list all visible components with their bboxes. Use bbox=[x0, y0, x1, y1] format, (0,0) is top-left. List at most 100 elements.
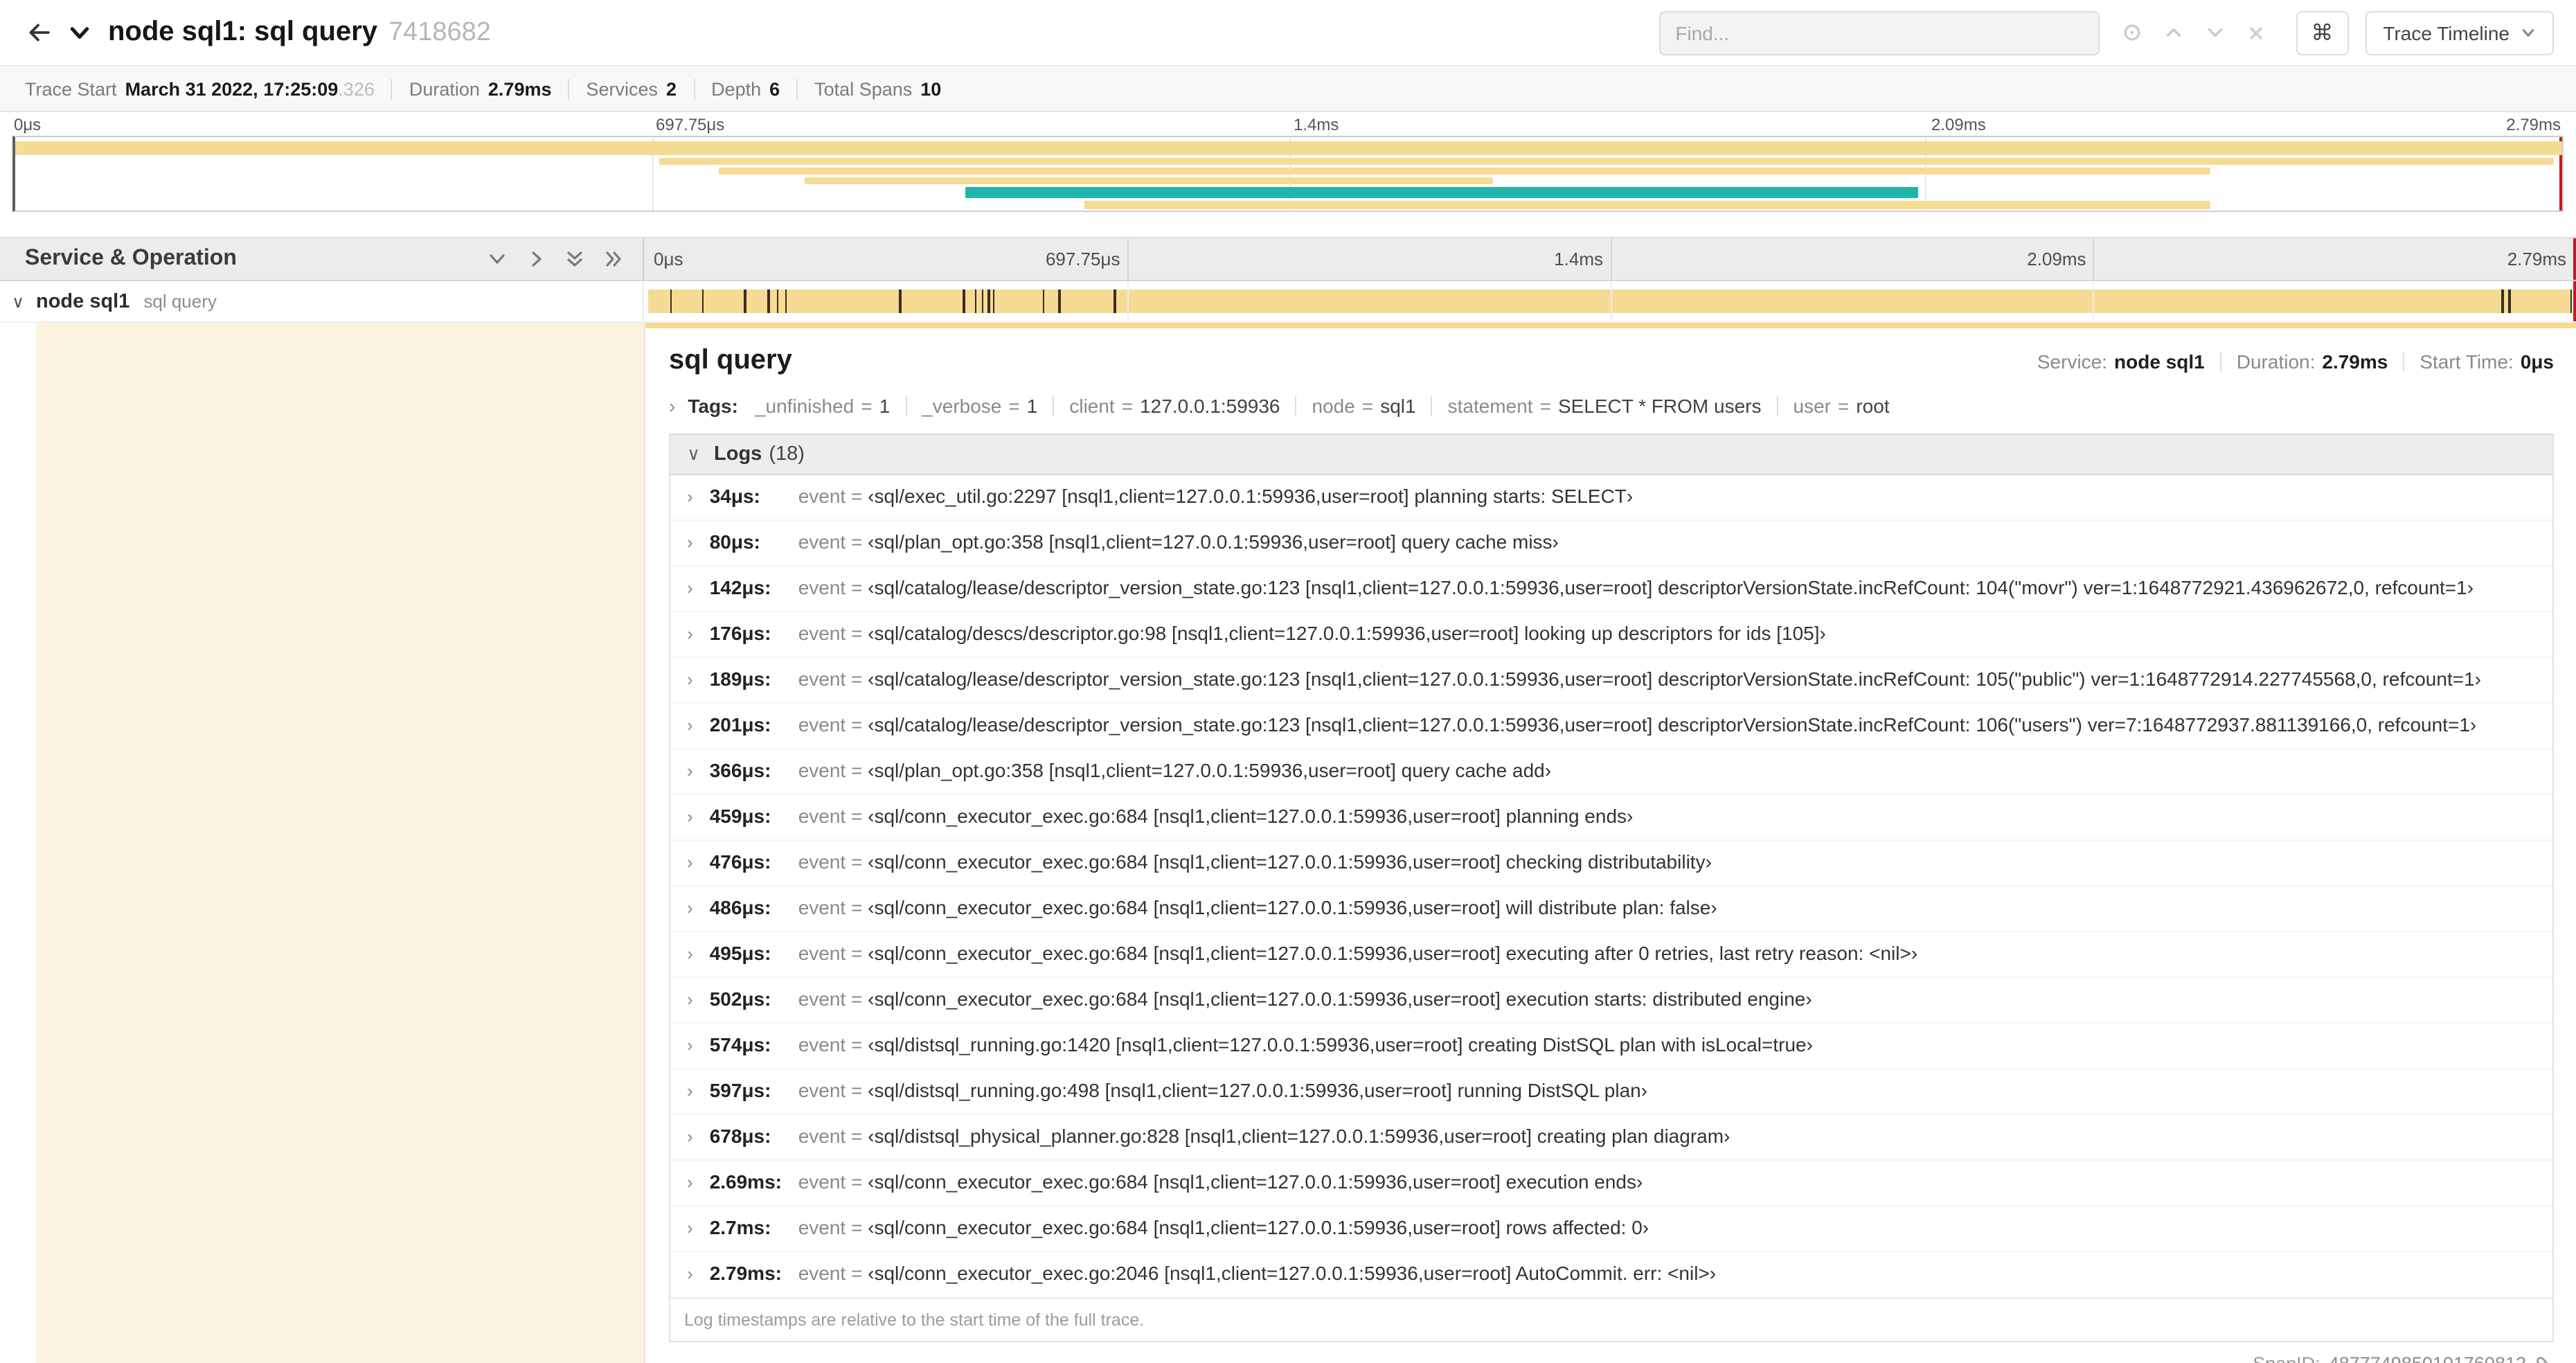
log-event-tick bbox=[992, 289, 995, 313]
log-row[interactable]: › 80μs: event = ‹sql/plan_opt.go:358 [nsql… bbox=[670, 521, 2552, 567]
keyboard-shortcuts-button[interactable]: ⌘ bbox=[2296, 10, 2349, 55]
summary-label: Services bbox=[586, 78, 659, 99]
expand-all-icon[interactable] bbox=[604, 249, 623, 269]
log-field-key: event bbox=[798, 531, 846, 553]
log-field-value: ‹sql/conn_executor_exec.go:684 [nsql1,cl… bbox=[868, 850, 1712, 873]
log-equals: = bbox=[846, 759, 868, 781]
chevron-right-icon: › bbox=[687, 1218, 693, 1238]
log-event-tick bbox=[2508, 289, 2511, 313]
log-equals: = bbox=[846, 896, 868, 918]
chevron-right-icon: › bbox=[687, 760, 693, 781]
tag-item: node = sql1 bbox=[1312, 395, 1416, 417]
log-row[interactable]: › 366μs: event = ‹sql/plan_opt.go:358 [nsq… bbox=[670, 749, 2552, 795]
tag-equals: = bbox=[1121, 395, 1134, 417]
log-row[interactable]: › 502μs: event = ‹sql/conn_executor_exec.g… bbox=[670, 978, 2552, 1024]
log-event: event = ‹sql/plan_opt.go:358 [nsql1,clie… bbox=[798, 531, 1559, 554]
log-equals: = bbox=[846, 1125, 868, 1147]
log-row[interactable]: › 189μs: event = ‹sql/catalog/lease/descri… bbox=[670, 658, 2552, 704]
chevron-down-icon: ∨ bbox=[687, 443, 701, 464]
log-timestamp: 201μs: bbox=[709, 713, 771, 736]
log-field-value: ‹sql/catalog/lease/descriptor_version_st… bbox=[868, 668, 2481, 690]
log-event: event = ‹sql/catalog/lease/descriptor_ve… bbox=[798, 576, 2474, 600]
find-input[interactable] bbox=[1658, 10, 2100, 55]
chevron-up-icon[interactable] bbox=[2163, 22, 2183, 43]
summary-divider bbox=[391, 78, 393, 99]
log-timestamp: 486μs: bbox=[709, 896, 771, 918]
log-timestamp: 678μs: bbox=[709, 1125, 771, 1147]
log-timestamp: 495μs: bbox=[709, 942, 771, 964]
span-id-row: SpanID: 4877749850101760812 bbox=[669, 1342, 2554, 1363]
collapse-one-icon[interactable] bbox=[488, 249, 507, 269]
log-row[interactable]: › 2.79ms: event = ‹sql/conn_executor_exec.… bbox=[670, 1252, 2552, 1298]
log-field-key: event bbox=[798, 1125, 846, 1147]
log-row[interactable]: › 678μs: event = ‹sql/distsql_physical_pla… bbox=[670, 1115, 2552, 1161]
log-row[interactable]: › 34μs: event = ‹sql/exec_util.go:2297 [ns… bbox=[670, 475, 2552, 521]
chevron-down-icon[interactable] bbox=[2204, 22, 2225, 43]
log-row[interactable]: › 476μs: event = ‹sql/conn_executor_exec.g… bbox=[670, 841, 2552, 887]
link-icon[interactable] bbox=[2534, 1354, 2554, 1363]
span-collapse-caret[interactable]: ∨ bbox=[0, 292, 36, 311]
arrow-left-icon bbox=[29, 24, 50, 42]
minimap-span-bar bbox=[1084, 201, 2211, 209]
timeline-right-scrubber[interactable] bbox=[2573, 238, 2576, 280]
logs-header[interactable]: ∨ Logs (18) bbox=[670, 434, 2552, 475]
log-field-key: event bbox=[798, 988, 846, 1010]
span-operation-name: sql query bbox=[143, 291, 217, 312]
log-field-key: event bbox=[798, 896, 846, 918]
span-id-label: SpanID: bbox=[2253, 1353, 2320, 1363]
span-track-right-scrubber[interactable] bbox=[2573, 281, 2576, 321]
log-field-value: ‹sql/catalog/descs/descriptor.go:98 [nsq… bbox=[868, 622, 1826, 644]
summary-label: Depth bbox=[711, 78, 762, 99]
span-row[interactable]: ∨ node sql1 sql query bbox=[0, 281, 2576, 323]
log-field-value: ‹sql/conn_executor_exec.go:684 [nsql1,cl… bbox=[868, 1170, 1643, 1193]
span-name-column[interactable]: ∨ node sql1 sql query bbox=[0, 281, 644, 323]
tag-value: sql1 bbox=[1380, 395, 1416, 417]
log-row[interactable]: › 2.7ms: event = ‹sql/conn_executor_exec.g… bbox=[670, 1206, 2552, 1252]
trace-timeline-dropdown[interactable]: Trace Timeline bbox=[2365, 10, 2554, 55]
summary-item: Services 2 bbox=[587, 78, 677, 99]
log-row[interactable]: › 459μs: event = ‹sql/conn_executor_exec.g… bbox=[670, 795, 2552, 841]
log-timestamp: 597μs: bbox=[709, 1079, 771, 1101]
trace-id: 7418682 bbox=[388, 18, 491, 47]
collapse-trace-header-button[interactable] bbox=[68, 21, 91, 44]
expand-one-icon[interactable] bbox=[526, 249, 546, 269]
tags-accordian[interactable]: › Tags: _unfinished = 1 _verbose = 1 client = 12… bbox=[669, 395, 2554, 417]
logs-count: (18) bbox=[769, 443, 805, 465]
log-row[interactable]: › 142μs: event = ‹sql/catalog/lease/descri… bbox=[670, 567, 2552, 612]
chevron-right-icon: › bbox=[687, 989, 693, 1010]
log-row[interactable]: › 486μs: event = ‹sql/conn_executor_exec.g… bbox=[670, 887, 2552, 932]
log-field-value: ‹sql/conn_executor_exec.go:684 [nsql1,cl… bbox=[868, 896, 1717, 918]
log-row[interactable]: › 201μs: event = ‹sql/catalog/lease/descri… bbox=[670, 704, 2552, 749]
summary-value: 2 bbox=[666, 78, 677, 99]
chevron-right-icon: › bbox=[687, 532, 693, 553]
minimap-tick-label: 0μs bbox=[14, 115, 42, 134]
logs-section: ∨ Logs (18) › 34μs: event = ‹sql/exec_util… bbox=[669, 434, 2554, 1342]
locate-icon[interactable] bbox=[2121, 22, 2142, 43]
log-event-tick bbox=[1113, 289, 1116, 313]
timeline-ruler[interactable]: 0μs 697.75μs 1.4ms 2.09ms 2.79ms bbox=[644, 238, 2576, 280]
log-equals: = bbox=[846, 1216, 868, 1238]
minimap-canvas[interactable] bbox=[12, 136, 2564, 212]
log-field-value: ‹sql/conn_executor_exec.go:684 [nsql1,cl… bbox=[868, 1216, 1649, 1238]
log-timestamp: 366μs: bbox=[709, 759, 771, 781]
collapse-all-icon[interactable] bbox=[565, 249, 584, 269]
log-event: event = ‹sql/conn_executor_exec.go:2046 … bbox=[798, 1262, 1716, 1285]
log-equals: = bbox=[846, 622, 868, 644]
log-row[interactable]: › 574μs: event = ‹sql/distsql_running.go:1… bbox=[670, 1024, 2552, 1069]
summary-divider bbox=[796, 78, 798, 99]
span-track[interactable] bbox=[644, 281, 2576, 323]
log-field-key: event bbox=[798, 805, 846, 827]
clear-search-icon[interactable] bbox=[2246, 23, 2265, 42]
log-row[interactable]: › 597μs: event = ‹sql/distsql_running.go:4… bbox=[670, 1069, 2552, 1115]
log-timestamp: 459μs: bbox=[709, 805, 771, 827]
log-row[interactable]: › 176μs: event = ‹sql/catalog/descs/descri… bbox=[670, 612, 2552, 658]
minimap-tick-label: 1.4ms bbox=[1294, 115, 1339, 134]
log-event: event = ‹sql/conn_executor_exec.go:684 [… bbox=[798, 988, 1812, 1011]
summary-value-fraction: .326 bbox=[338, 78, 375, 99]
log-row[interactable]: › 495μs: event = ‹sql/conn_executor_exec.g… bbox=[670, 932, 2552, 978]
back-button[interactable] bbox=[25, 19, 51, 46]
tag-value: SELECT * FROM users bbox=[1557, 395, 1762, 417]
log-event-tick bbox=[899, 289, 902, 313]
log-field-key: event bbox=[798, 1033, 846, 1055]
log-row[interactable]: › 2.69ms: event = ‹sql/conn_executor_exec.… bbox=[670, 1161, 2552, 1206]
